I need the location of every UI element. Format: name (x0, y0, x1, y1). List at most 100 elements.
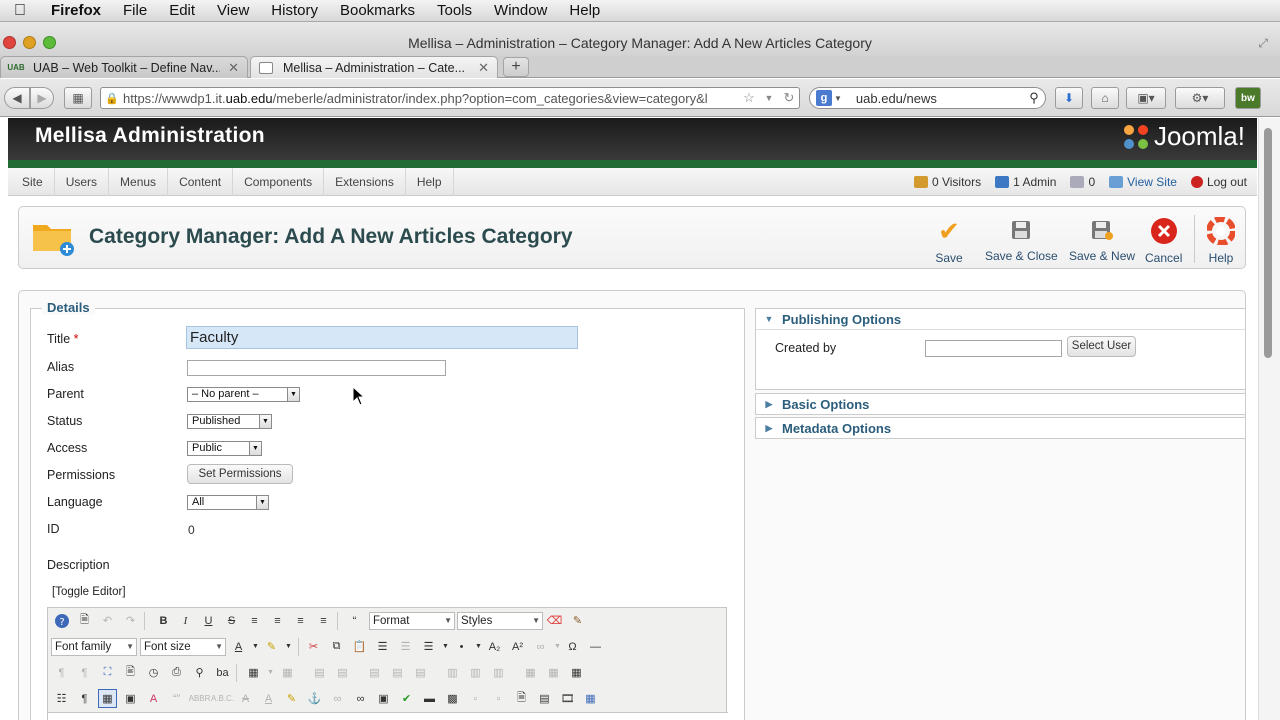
save-new-button[interactable]: Save & New (1069, 217, 1135, 263)
insert-layer-icon[interactable]: ▦ (98, 689, 117, 708)
subscript-icon[interactable]: A₂ (485, 637, 504, 656)
menu-content[interactable]: Content (168, 167, 234, 196)
attributes-icon[interactable]: ✎ (282, 689, 301, 708)
help-button[interactable]: Help (1205, 217, 1237, 265)
chevron-down-icon[interactable]: ▼ (279, 637, 298, 656)
find-icon[interactable]: ⚲ (190, 663, 209, 682)
row-props-icon[interactable]: ▤ (310, 663, 329, 682)
eraser-icon[interactable]: ⌫ (545, 611, 564, 630)
acronym-icon[interactable]: A.B.C. (211, 689, 234, 708)
bold-icon[interactable]: B (154, 611, 173, 630)
history-dropdown-icon[interactable]: ▼ (759, 93, 779, 103)
replace-icon[interactable]: ba (213, 663, 232, 682)
forward-button[interactable]: ▶ (30, 87, 54, 109)
source-code-icon[interactable]: ◷ (144, 663, 163, 682)
menu-users[interactable]: Users (55, 167, 110, 196)
menu-edit[interactable]: Edit (158, 2, 206, 19)
delete-row-icon[interactable]: ▤ (411, 663, 430, 682)
readmore-icon[interactable]: ▦ (581, 689, 600, 708)
publishing-options-header[interactable]: ▼ Publishing Options (755, 308, 1246, 330)
created-by-input[interactable] (925, 340, 1062, 357)
insert-col-before-icon[interactable]: ▥ (443, 663, 462, 682)
menu-file[interactable]: File (112, 2, 158, 19)
scrollbar-thumb[interactable] (1264, 128, 1272, 358)
save-close-button[interactable]: Save & Close (985, 217, 1058, 263)
google-search-engine-icon[interactable]: g (816, 90, 832, 106)
insertion-icon[interactable]: A (259, 689, 278, 708)
downloads-icon[interactable]: ⬇ (1055, 87, 1083, 109)
styles-select[interactable]: Styles ▼ (457, 612, 543, 630)
url-bar[interactable]: 🔒 https://wwwdp1.it.uab.edu/meberle/admi… (100, 87, 800, 109)
unlink-icon[interactable]: ∞ (328, 689, 347, 708)
new-document-icon[interactable]: 🗎 (75, 611, 94, 630)
align-center-block-icon[interactable]: ☰ (373, 637, 392, 656)
insert-row-before-icon[interactable]: ▤ (365, 663, 384, 682)
language-select[interactable]: All ▼ (187, 495, 269, 510)
status-select[interactable]: Published ▼ (187, 414, 272, 429)
move-forward-icon[interactable]: ▣ (121, 689, 140, 708)
cell-props-icon[interactable]: ▤ (333, 663, 352, 682)
justify-icon[interactable]: ≡ (245, 611, 264, 630)
pagebreak-icon[interactable]: ▫ (489, 689, 508, 708)
title-input[interactable]: Faculty (186, 326, 578, 349)
blockquote-icon[interactable]: “ (345, 611, 364, 630)
apple-icon[interactable]:  (0, 2, 40, 20)
preview-icon[interactable]: 🖹 (121, 663, 140, 682)
menu-history[interactable]: History (260, 2, 329, 19)
copy-icon[interactable]: ⧉ (327, 637, 346, 656)
undo-icon[interactable]: ↶ (98, 611, 117, 630)
spellcheck-icon[interactable]: ✔ (397, 689, 416, 708)
menu-menus[interactable]: Menus (109, 167, 169, 196)
menu-components[interactable]: Components (233, 167, 325, 196)
style-props-icon[interactable]: A (144, 689, 163, 708)
tab-mellisa-admin[interactable]: Mellisa – Administration – Cate... ✕ (250, 56, 498, 78)
split-cells-icon[interactable]: ▦ (521, 663, 540, 682)
save-button[interactable]: ✔ Save (933, 216, 965, 266)
menu-bookmarks[interactable]: Bookmarks (329, 2, 426, 19)
help-icon[interactable]: ? (52, 611, 71, 630)
logout-link[interactable]: Log out (1190, 175, 1247, 189)
engine-dropdown-icon[interactable]: ▼ (834, 94, 842, 103)
alias-input[interactable] (187, 360, 446, 376)
template-icon[interactable]: 🗎 (512, 689, 531, 708)
cleanup-broom-icon[interactable]: ✎ (568, 611, 587, 630)
back-button[interactable]: ◀ (4, 87, 30, 109)
bookmarks-menu-icon[interactable]: ▣▾ (1126, 87, 1166, 109)
menu-tools[interactable]: Tools (426, 2, 483, 19)
fullscreen-icon[interactable]: ⛶ (98, 663, 117, 682)
font-size-select[interactable]: Font size ▼ (140, 638, 226, 656)
access-select[interactable]: Public ▼ (187, 441, 262, 456)
search-input[interactable]: uab.edu/news (856, 91, 1023, 106)
anchor-icon[interactable]: ⚓ (305, 689, 324, 708)
fullscreen-icon[interactable]: ⤢ (1258, 36, 1268, 51)
media-icon[interactable]: ▩ (443, 689, 462, 708)
editor-content-area[interactable] (48, 712, 728, 720)
messages-status[interactable]: 0 (1070, 175, 1095, 189)
bookmark-star-icon[interactable]: ☆ (739, 90, 759, 106)
outdent-icon[interactable]: ☰ (396, 637, 415, 656)
set-permissions-button[interactable]: Set Permissions (187, 464, 293, 484)
menu-help[interactable]: Help (558, 2, 611, 19)
delete-table-icon[interactable]: ▦ (278, 663, 297, 682)
format-select[interactable]: Format ▼ (369, 612, 455, 630)
cancel-button[interactable]: Cancel (1145, 217, 1182, 265)
strikethrough-icon[interactable]: S (222, 611, 241, 630)
cut-icon[interactable]: ✂ (304, 637, 323, 656)
delete-col-icon[interactable]: ▥ (489, 663, 508, 682)
nonbreaking-icon[interactable]: ▫ (466, 689, 485, 708)
paste-icon[interactable]: 📋 (350, 637, 369, 656)
reload-icon[interactable]: ↻ (779, 90, 799, 106)
font-family-select[interactable]: Font family ▼ (51, 638, 137, 656)
home-icon[interactable]: ⌂ (1091, 87, 1119, 109)
page-scrollbar[interactable] (1258, 118, 1280, 720)
horizontal-rule-icon[interactable]: — (586, 637, 605, 656)
visual-blocks-icon[interactable]: ☷ (52, 689, 71, 708)
menu-help[interactable]: Help (406, 167, 454, 196)
menu-window[interactable]: Window (483, 2, 558, 19)
superscript-icon[interactable]: A² (508, 637, 527, 656)
menu-extensions[interactable]: Extensions (324, 167, 406, 196)
select-user-button[interactable]: Select User (1067, 336, 1136, 357)
insert-link-icon[interactable]: ∞ (351, 689, 370, 708)
addon-bw-button[interactable]: bw (1235, 87, 1261, 109)
film-icon[interactable]: 🎞 (558, 689, 577, 708)
